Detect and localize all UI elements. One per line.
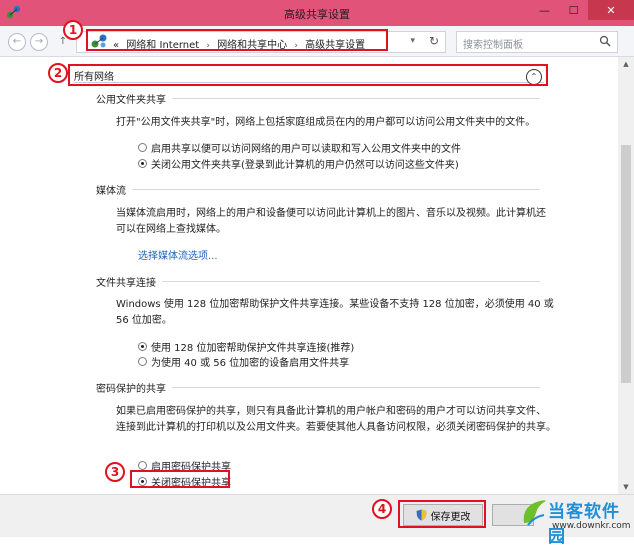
public-folder-enable-radio[interactable]: 启用共享以便可以访问网络的用户可以读取和写入公用文件夹中的文件 <box>138 140 461 155</box>
public-folder-group: 公用文件夹共享 <box>96 91 540 106</box>
chevron-down-icon[interactable]: ▾ <box>410 36 415 46</box>
maximize-button[interactable]: ☐ <box>559 0 588 20</box>
media-stream-options-link[interactable]: 选择媒体流选项... <box>138 247 218 262</box>
media-stream-group: 媒体流 <box>96 182 540 197</box>
password-sharing-description-line2: 连接到此计算机的打印机以及公用文件夹。若要使其他人具备访问权限，必须关闭密码保护… <box>116 422 556 433</box>
forward-button[interactable]: → <box>30 33 48 51</box>
divider <box>96 189 540 190</box>
password-sharing-group: 密码保护的共享 <box>96 380 540 395</box>
search-input[interactable]: 搜索控制面板 <box>456 31 618 53</box>
watermark: 当客软件园 www.downkr.com <box>520 497 634 547</box>
radio-label[interactable]: 使用 128 位加密帮助保护文件共享连接(推荐) <box>151 339 354 354</box>
vertical-scrollbar[interactable]: ▲ ▼ <box>618 57 634 494</box>
title-bar: 高级共享设置 — ☐ ✕ <box>0 0 634 26</box>
media-stream-description-line2: 可以在网络上查找媒体。 <box>116 224 226 235</box>
scroll-down-icon[interactable]: ▼ <box>618 480 634 494</box>
annotation-box-all-networks <box>68 64 548 86</box>
public-folder-disable-radio[interactable]: 关闭公用文件夹共享(登录到此计算机的用户仍然可以访问这些文件夹) <box>138 156 459 171</box>
search-placeholder: 搜索控制面板 <box>463 40 523 51</box>
encryption-128-radio[interactable]: 使用 128 位加密帮助保护文件共享连接(推荐) <box>138 339 354 354</box>
file-sharing-group: 文件共享连接 <box>96 274 540 289</box>
divider <box>96 281 540 282</box>
search-icon[interactable] <box>599 35 611 47</box>
public-folder-description: 打开"公用文件夹共享"时，网络上包括家庭组成员在内的用户都可以访问公用文件夹中的… <box>116 117 536 128</box>
radio-circle[interactable] <box>138 342 147 351</box>
scroll-thumb[interactable] <box>621 145 631 383</box>
media-stream-description-line1: 当媒体流启用时，网络上的用户和设备便可以访问此计算机上的图片、音乐以及视频。此计… <box>116 208 546 219</box>
radio-circle[interactable] <box>138 357 147 366</box>
group-heading: 文件共享连接 <box>96 274 162 289</box>
scroll-up-icon[interactable]: ▲ <box>618 57 634 71</box>
file-sharing-description-line1: Windows 使用 128 位加密帮助保护文件共享连接。某些设备不支持 128… <box>116 299 554 310</box>
radio-label[interactable]: 启用共享以便可以访问网络的用户可以读取和写入公用文件夹中的文件 <box>151 140 461 155</box>
radio-circle[interactable] <box>138 143 147 152</box>
group-heading: 公用文件夹共享 <box>96 91 172 106</box>
password-sharing-description-line1: 如果已启用密码保护的共享，则只有具备此计算机的用户帐户和密码的用户才可以访问共享… <box>116 406 546 417</box>
radio-circle[interactable] <box>138 159 147 168</box>
radio-label[interactable]: 为使用 40 或 56 位加密的设备启用文件共享 <box>151 354 349 369</box>
annotation-box-save <box>398 500 486 528</box>
annotation-badge-2: 2 <box>48 63 68 83</box>
radio-circle[interactable] <box>138 461 147 470</box>
group-heading: 密码保护的共享 <box>96 380 172 395</box>
settings-panel: 所有网络 ⌃ 公用文件夹共享 打开"公用文件夹共享"时，网络上包括家庭组成员在内… <box>0 57 618 494</box>
radio-label[interactable]: 关闭公用文件夹共享(登录到此计算机的用户仍然可以访问这些文件夹) <box>151 156 459 171</box>
group-heading: 媒体流 <box>96 182 132 197</box>
annotation-badge-3: 3 <box>105 462 125 482</box>
annotation-box-disable-password <box>130 470 230 488</box>
refresh-icon[interactable]: ↻ <box>429 34 439 48</box>
annotation-badge-1: 1 <box>63 20 83 40</box>
back-button[interactable]: ← <box>8 33 26 51</box>
annotation-badge-4: 4 <box>372 499 392 519</box>
site-logo-icon <box>523 500 546 526</box>
encryption-40-56-radio[interactable]: 为使用 40 或 56 位加密的设备启用文件共享 <box>138 354 349 369</box>
file-sharing-description-line2: 56 位加密。 <box>116 315 172 326</box>
minimize-button[interactable]: — <box>530 0 559 20</box>
annotation-box-address <box>86 29 388 51</box>
close-button[interactable]: ✕ <box>588 0 634 20</box>
watermark-url: www.downkr.com <box>552 521 631 531</box>
